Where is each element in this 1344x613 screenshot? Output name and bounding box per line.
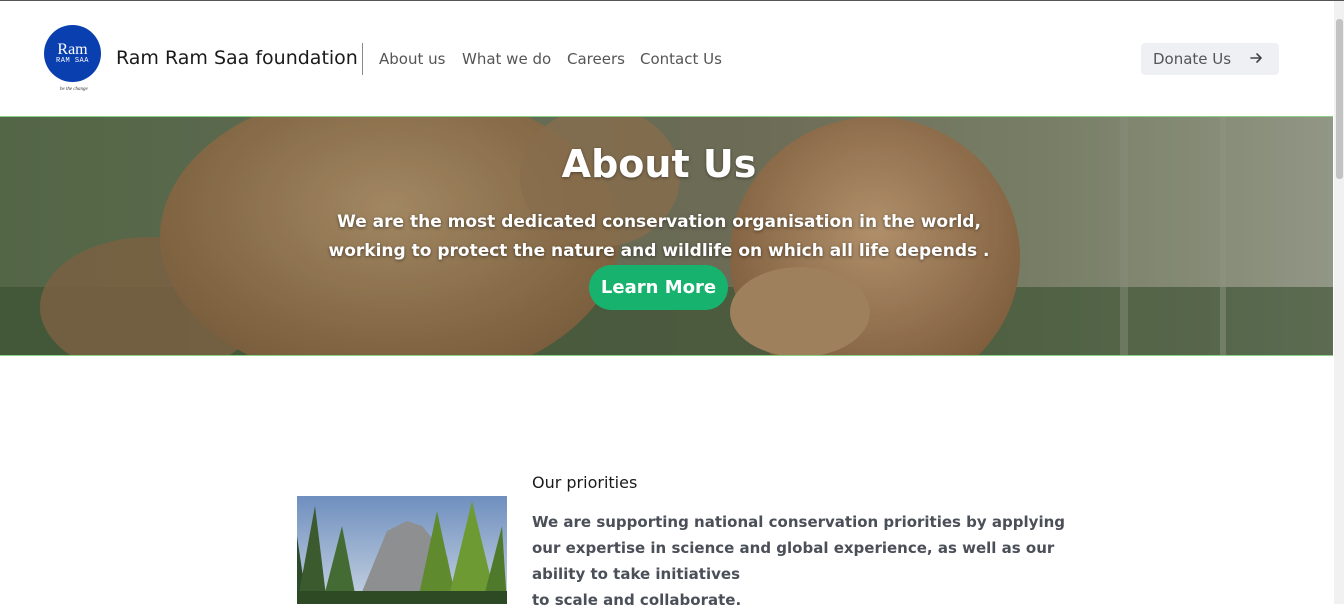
priorities-line-1: We are supporting national conservation …	[532, 513, 1065, 531]
hero-title: About Us	[561, 142, 757, 186]
nav-contact-us[interactable]: Contact Us	[640, 50, 722, 68]
nav-about-us[interactable]: About us	[379, 50, 445, 68]
nav-what-we-do[interactable]: What we do	[462, 50, 551, 68]
hero-text-line-1: We are the most dedicated conservation o…	[337, 212, 981, 232]
arrow-right-icon	[1250, 53, 1262, 63]
logo-text-small: RAM SAA	[56, 56, 89, 65]
priorities-line-2: our expertise in science and global expe…	[532, 539, 1055, 557]
priorities-title: Our priorities	[532, 473, 638, 492]
scrollbar-thumb[interactable]	[1336, 19, 1343, 179]
hero-banner: About Us We are the most dedicated conse…	[0, 116, 1333, 356]
logo-tagline: be the change	[60, 87, 88, 92]
donate-label: Donate Us	[1153, 50, 1232, 68]
logo-text-big: Ram	[57, 40, 88, 58]
priorities-image	[297, 496, 507, 604]
hero-text-line-2: working to protect the nature and wildli…	[328, 241, 990, 261]
nav-careers[interactable]: Careers	[567, 50, 625, 68]
donate-button[interactable]: Donate Us	[1141, 43, 1279, 75]
priorities-line-3: ability to take initiatives	[532, 565, 741, 583]
logo[interactable]: Ram RAM SAA	[44, 25, 101, 82]
brand-name[interactable]: Ram Ram Saa foundation	[116, 47, 358, 69]
priorities-text: We are supporting national conservation …	[532, 509, 1065, 613]
priorities-line-4: to scale and collaborate.	[532, 591, 742, 609]
header-divider	[362, 43, 363, 75]
learn-more-button[interactable]: Learn More	[589, 265, 728, 310]
site-header: Ram RAM SAA be the change Ram Ram Saa fo…	[0, 1, 1334, 116]
